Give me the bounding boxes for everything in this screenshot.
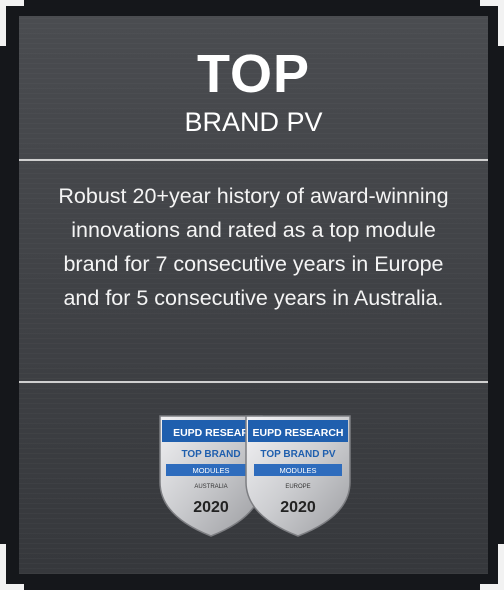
award-seal-europe: EUPD RESEARCH TOP BRAND PV MODULES EUROP…: [245, 415, 351, 537]
frame-corner-top-left-vertical: [0, 0, 6, 46]
badge-year: 2020: [193, 499, 229, 516]
description-line: Robust 20+year history of award-winning: [58, 184, 449, 208]
top-brand-card: TOP BRAND PV Robust 20+year history of a…: [19, 16, 488, 574]
card-title: TOP: [196, 44, 311, 104]
badge-header: EUPD RESEARCH: [252, 427, 343, 439]
badge-line2: MODULES: [192, 466, 229, 475]
badge-line1: TOP BRAND: [181, 449, 240, 460]
top-divider: [19, 159, 488, 161]
badge-line1: TOP BRAND PV: [260, 449, 336, 460]
description-line: brand for 7 consecutive years in Europe: [63, 252, 444, 276]
badge-header: EUPD RESEAR: [173, 427, 249, 439]
award-badges: EUPD RESEAR TOP BRAND MODULES AUSTRALIA …: [156, 412, 356, 540]
badge-year: 2020: [280, 499, 316, 516]
frame-corner-bottom-left-vertical: [0, 544, 6, 590]
badge-region: AUSTRALIA: [194, 484, 227, 490]
card-subtitle: BRAND PV: [184, 107, 323, 137]
bottom-divider: [19, 381, 488, 383]
description-line: and for 5 consecutive years in Australia…: [63, 286, 444, 310]
card-description: Robust 20+year history of award-winning …: [29, 179, 478, 315]
frame-corner-bottom-right-vertical: [498, 544, 504, 590]
frame-corner-top-right-vertical: [498, 0, 504, 46]
description-line: innovations and rated as a top module: [71, 218, 436, 242]
badge-region: EUROPE: [285, 484, 310, 490]
badge-line2: MODULES: [279, 466, 316, 475]
